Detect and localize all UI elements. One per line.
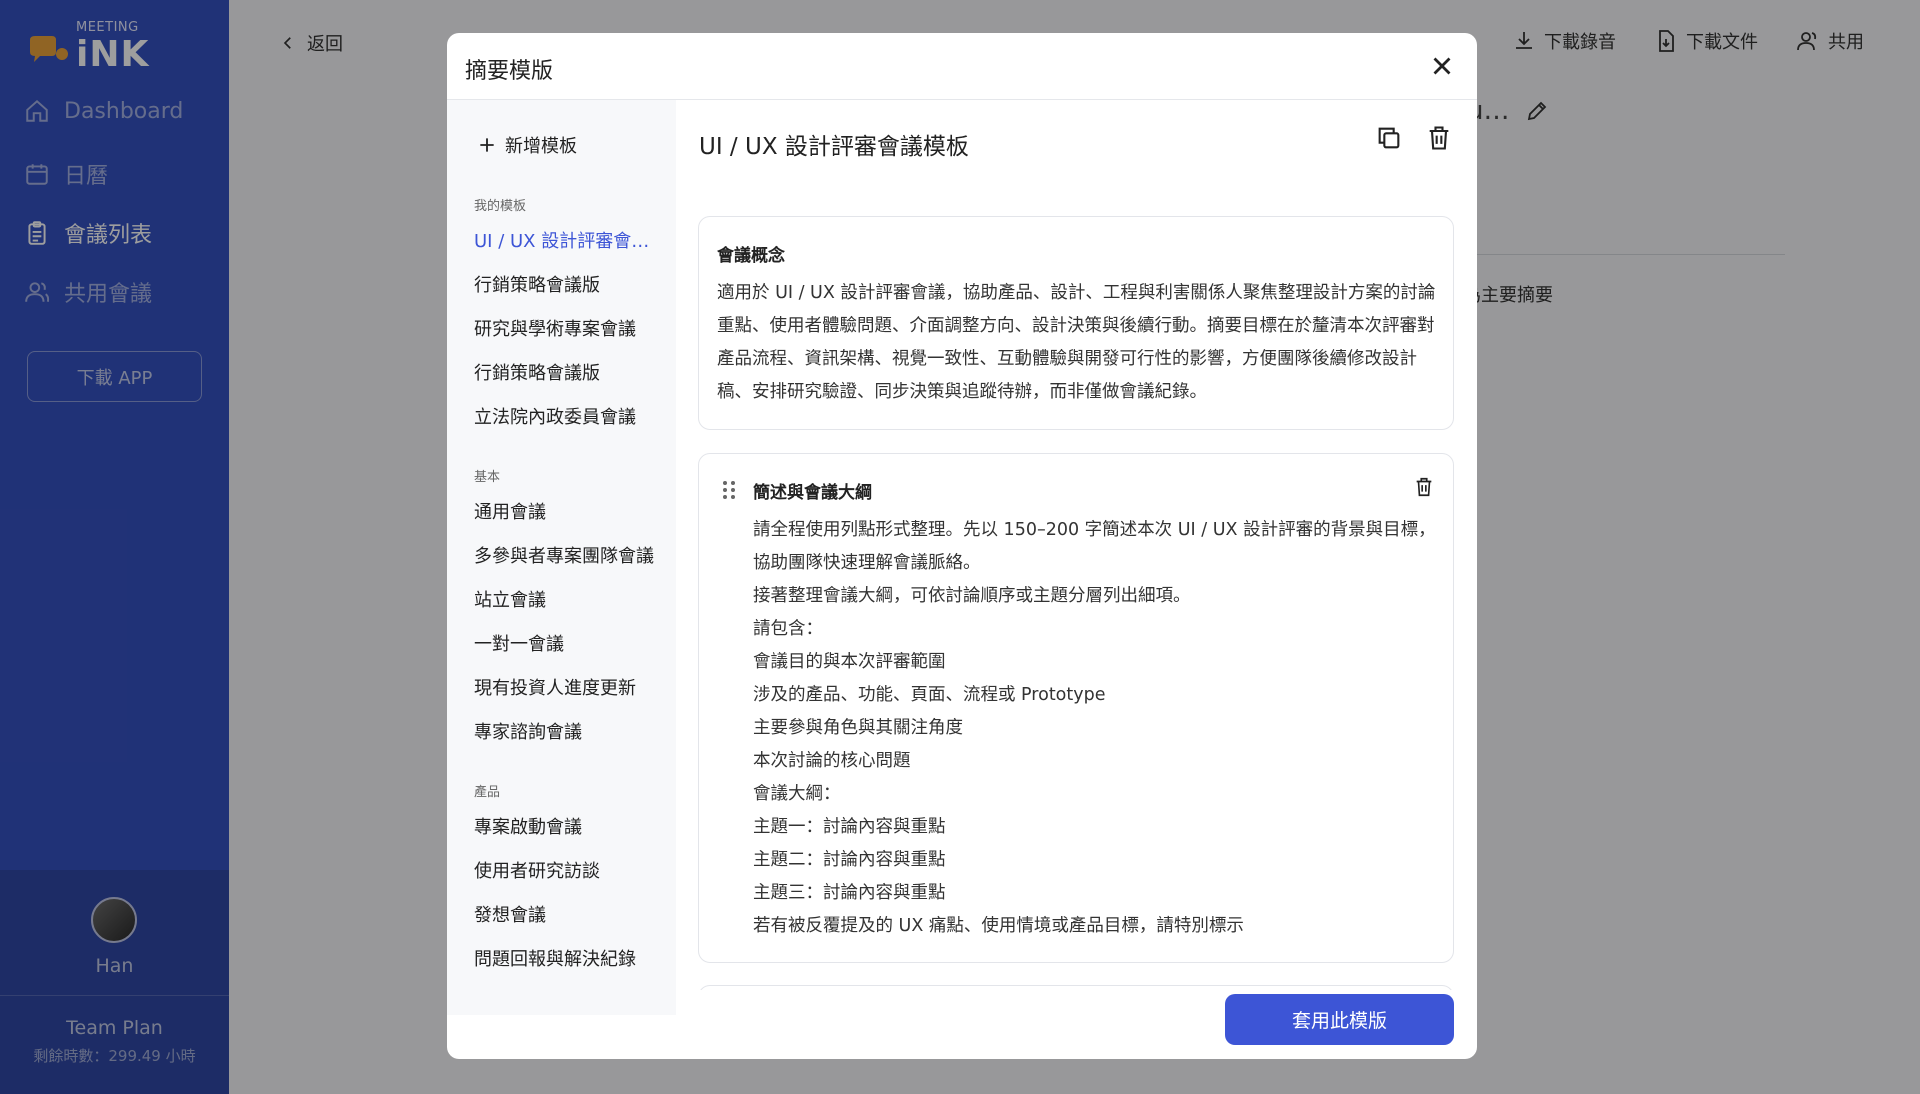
template-item[interactable]: 使用者研究訪談 (474, 857, 664, 883)
section-line: 請包含： (753, 619, 823, 639)
template-item[interactable]: 行銷策略會議版 (474, 359, 664, 385)
template-actions (1375, 124, 1453, 152)
template-item[interactable]: 現有投資人進度更新 (474, 674, 664, 700)
template-item[interactable]: 一對一會議 (474, 630, 664, 656)
add-template-label: 新增模板 (505, 136, 577, 157)
section-trash-icon[interactable] (1413, 476, 1435, 498)
section-line: 主題二：討論內容與重點 (753, 850, 946, 870)
section-card: 簡述與會議大綱 請全程使用列點形式整理。先以 150–200 字簡述本次 UI … (698, 453, 1454, 963)
template-item[interactable]: 通用會議 (474, 498, 664, 524)
template-item[interactable]: 專家諮詢會議 (474, 718, 664, 744)
section-line: 會議大綱： (753, 784, 841, 804)
summary-template-modal: 摘要模版 新增模板 我的模板 UI / UX 設計評審會議模板 行銷策略會議版 … (447, 33, 1477, 1059)
drag-handle-icon[interactable] (721, 479, 737, 501)
template-item[interactable]: 行銷策略會議版 (474, 271, 664, 297)
template-item[interactable]: UI / UX 設計評審會議模板 (474, 227, 664, 253)
modal-title: 摘要模版 (465, 59, 554, 84)
template-item[interactable]: 研究與學術專案會議 (474, 315, 664, 341)
template-title: UI / UX 設計評審會議模板 (699, 134, 969, 160)
modal-header: 摘要模版 (447, 33, 1477, 100)
group-label-basic: 基本 (474, 470, 501, 485)
section-line: 本次討論的核心問題 (753, 751, 911, 771)
apply-template-button[interactable]: 套用此模版 (1225, 994, 1454, 1045)
section-line: 接著整理會議大綱，可依討論順序或主題分層列出細項。 (753, 586, 1191, 606)
next-section-card (698, 985, 1454, 990)
concept-card: 會議概念 適用於 UI / UX 設計評審會議，協助產品、設計、工程與利害關係人… (698, 216, 1454, 430)
section-line: 主題一：討論內容與重點 (753, 817, 946, 837)
concept-body[interactable]: 適用於 UI / UX 設計評審會議，協助產品、設計、工程與利害關係人聚焦整理設… (717, 277, 1437, 409)
section-heading: 簡述與會議大綱 (753, 483, 872, 503)
section-line: 請全程使用列點形式整理。先以 150–200 字簡述本次 UI / UX 設計評… (753, 520, 1436, 573)
duplicate-icon[interactable] (1375, 124, 1403, 152)
template-item[interactable]: 多參與者專案團隊會議 (474, 542, 664, 568)
add-template-button[interactable]: 新增模板 (477, 132, 577, 158)
template-item[interactable]: 問題回報與解決紀錄 (474, 945, 664, 971)
section-body[interactable]: 請全程使用列點形式整理。先以 150–200 字簡述本次 UI / UX 設計評… (753, 514, 1443, 943)
section-line: 主要參與角色與其關注角度 (753, 718, 963, 738)
section-line: 涉及的產品、功能、頁面、流程或 Prototype (753, 685, 1106, 705)
template-item[interactable]: 立法院內政委員會議 (474, 403, 664, 429)
close-icon[interactable] (1427, 51, 1457, 81)
section-line: 會議目的與本次評審範圍 (753, 652, 946, 672)
section-line: 若有被反覆提及的 UX 痛點、使用情境或產品目標，請特別標示 (753, 916, 1244, 936)
template-list: 新增模板 我的模板 UI / UX 設計評審會議模板 行銷策略會議版 研究與學術… (447, 100, 676, 1015)
template-item[interactable]: 專案啟動會議 (474, 813, 664, 839)
template-item[interactable]: 站立會議 (474, 586, 664, 612)
group-label-mine: 我的模板 (474, 199, 527, 214)
trash-icon[interactable] (1425, 124, 1453, 152)
plus-icon (480, 138, 494, 152)
template-item[interactable]: 發想會議 (474, 901, 664, 927)
group-label-product: 產品 (474, 785, 501, 800)
section-line: 主題三：討論內容與重點 (753, 883, 946, 903)
concept-heading: 會議概念 (717, 246, 785, 266)
template-detail: UI / UX 設計評審會議模板 會議概念 適用於 UI / UX 設計評審會議… (676, 100, 1477, 990)
